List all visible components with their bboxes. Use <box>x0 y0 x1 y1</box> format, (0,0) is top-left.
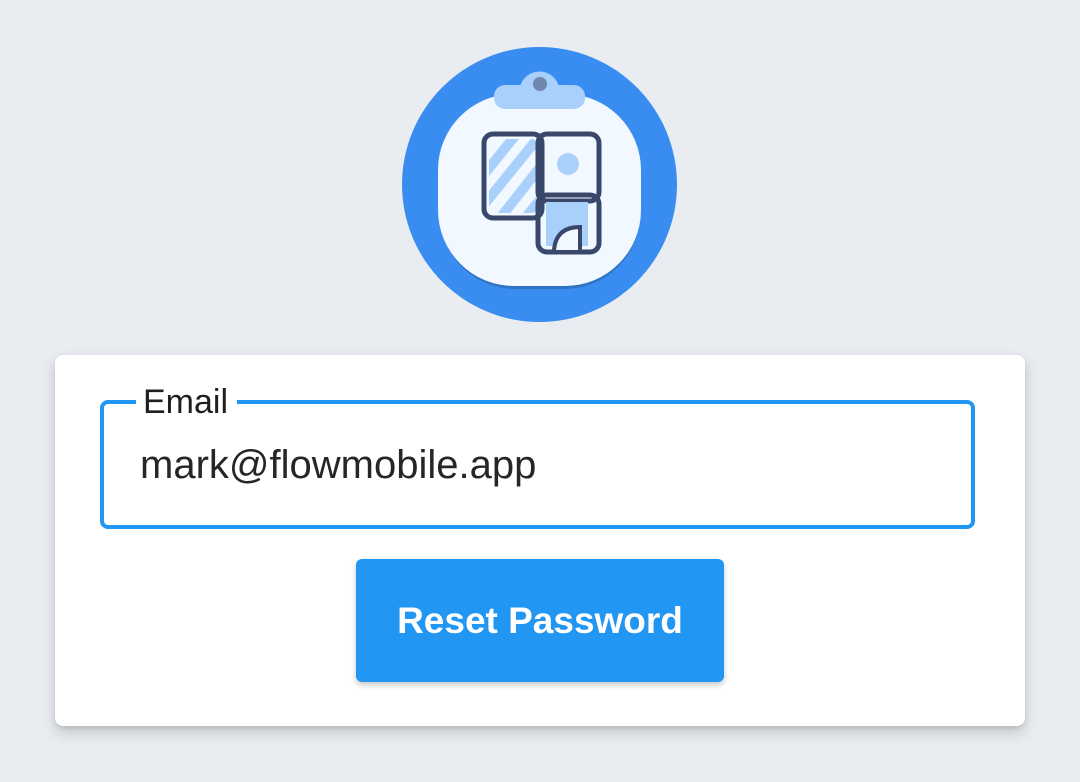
reset-password-card: Email Reset Password <box>55 355 1025 726</box>
clipboard-gallery-icon <box>438 71 641 289</box>
app-logo <box>402 47 677 322</box>
email-field[interactable]: Email <box>100 385 975 529</box>
email-input[interactable] <box>140 440 920 490</box>
reset-password-button[interactable]: Reset Password <box>356 559 724 682</box>
email-label: Email <box>136 385 238 419</box>
